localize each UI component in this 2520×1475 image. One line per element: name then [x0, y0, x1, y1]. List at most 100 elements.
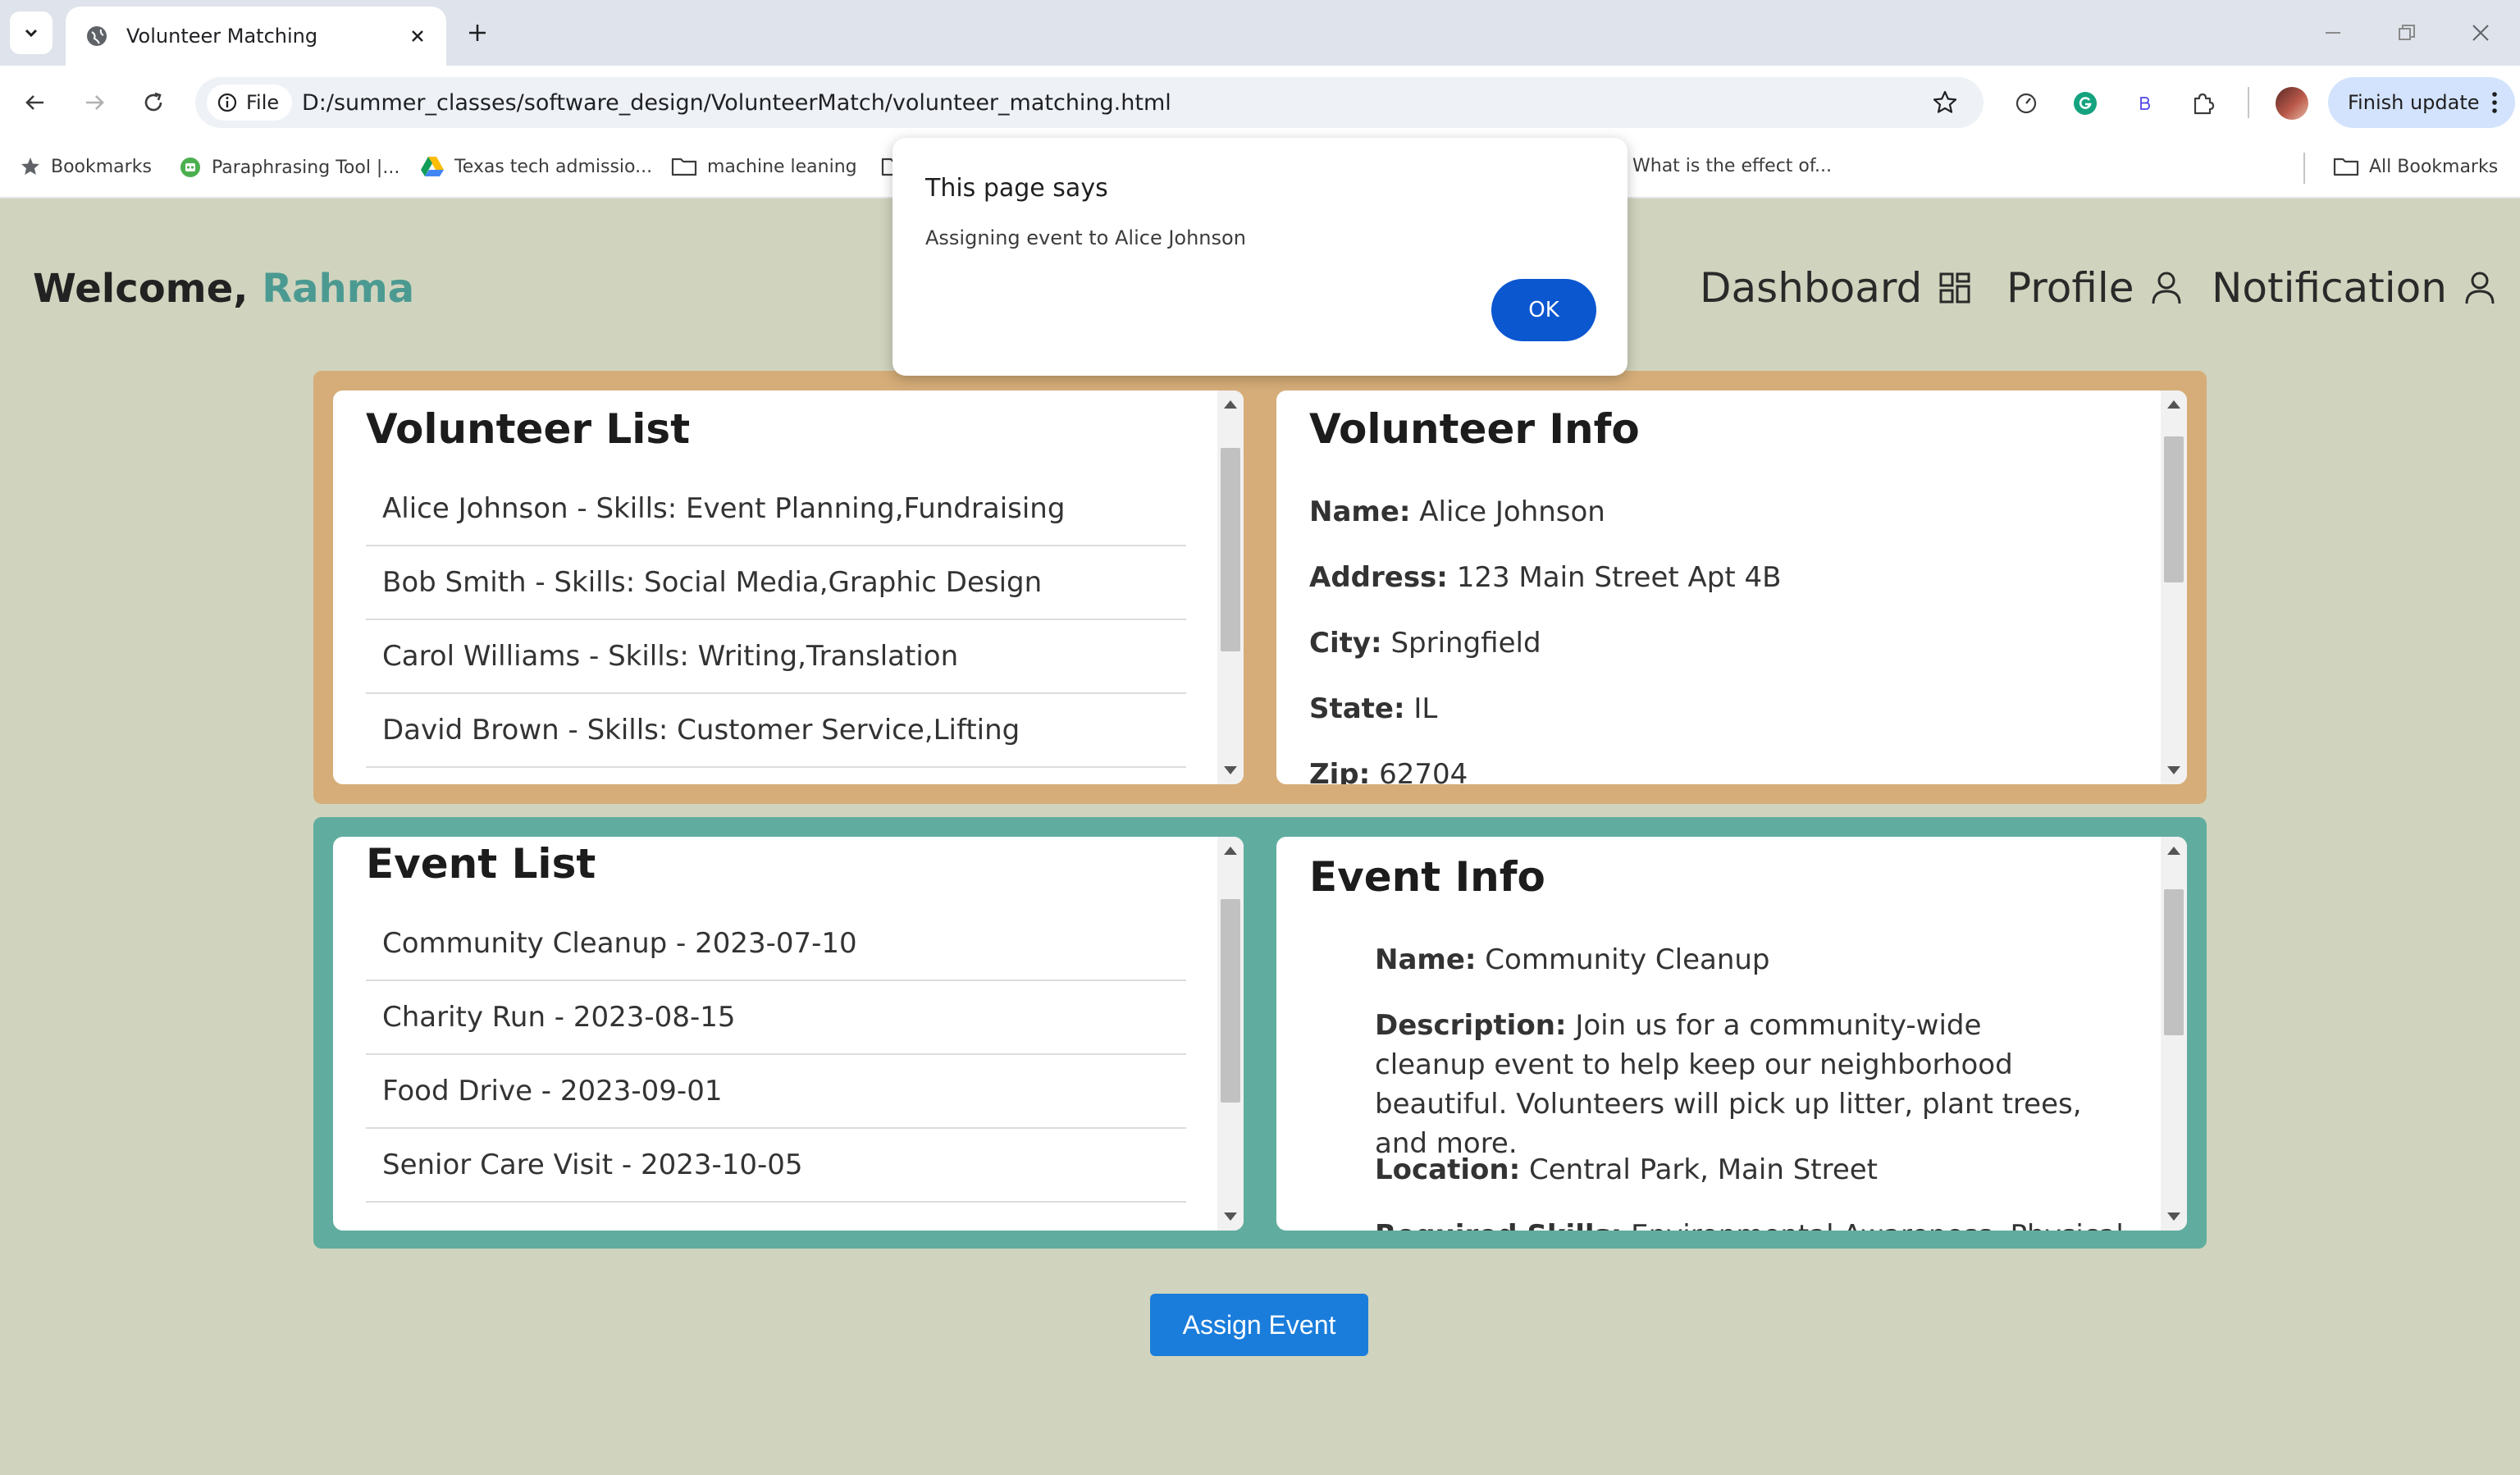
- volunteer-city-row: City: Springfield: [1309, 627, 1541, 660]
- welcome-heading: Welcome, Rahma: [33, 266, 414, 312]
- close-tab-icon[interactable]: [405, 24, 430, 48]
- event-skills-row: Required Skills: Environmental Awareness…: [1375, 1216, 2124, 1231]
- volunteer-info-panel: Volunteer Info Name: Alice Johnson Addre…: [1276, 390, 2187, 784]
- event-location-row: Location: Central Park, Main Street: [1375, 1153, 1878, 1186]
- user-name: Rahma: [262, 266, 415, 312]
- restore-window-button[interactable]: [2389, 15, 2425, 51]
- nav-notification[interactable]: Notification: [2212, 264, 2496, 312]
- bookmark-folder-machine-leaning[interactable]: machine leaning: [671, 156, 857, 177]
- scroll-up-arrow-icon[interactable]: [2167, 847, 2180, 855]
- bookmark-label: Paraphrasing Tool |...: [212, 157, 400, 178]
- event-list-panel[interactable]: Event List Community Cleanup - 2023-07-1…: [333, 837, 1244, 1231]
- bookmark-label: Texas tech admissio...: [454, 156, 653, 177]
- all-bookmarks-label: All Bookmarks: [2369, 156, 2499, 177]
- reload-button[interactable]: [135, 84, 172, 121]
- minimize-icon: [2326, 32, 2340, 34]
- browser-toolbar: File D:/summer_classes/software_design/V…: [0, 66, 2520, 139]
- file-chip-label: File: [246, 91, 280, 114]
- event-list-item[interactable]: Community Cleanup - 2023-07-10: [366, 907, 1186, 981]
- volunteer-list-item[interactable]: Carol Williams - Skills: Writing,Transla…: [366, 620, 1186, 694]
- all-bookmarks-button[interactable]: All Bookmarks: [2333, 156, 2498, 177]
- chevron-down-icon: [25, 29, 38, 38]
- forward-button[interactable]: [75, 84, 113, 121]
- b-extension-button[interactable]: [2126, 85, 2162, 121]
- scroll-thumb[interactable]: [1221, 899, 1240, 1103]
- volunteer-list-panel[interactable]: Volunteer List Alice Johnson - Skills: E…: [333, 390, 1244, 784]
- globe-icon: [84, 23, 110, 49]
- event-list-item[interactable]: Senior Care Visit - 2023-10-05: [366, 1129, 1186, 1203]
- scroll-thumb[interactable]: [2164, 889, 2184, 1035]
- speedometer-icon: [2016, 93, 2037, 114]
- browser-tab[interactable]: Volunteer Matching: [66, 7, 446, 66]
- volunteer-info-scrollbar[interactable]: [2161, 390, 2187, 784]
- event-list-title: Event List: [366, 840, 596, 888]
- scroll-up-arrow-icon[interactable]: [1224, 400, 1237, 409]
- more-vert-icon: [2492, 92, 2497, 113]
- volunteer-list-scrollbar[interactable]: [1217, 390, 1244, 784]
- volunteer-name-row: Name: Alice Johnson: [1309, 495, 1605, 528]
- bookmark-item-effect-of[interactable]: What is the effect of...: [1632, 156, 1832, 176]
- site-info-chip[interactable]: File: [207, 84, 293, 121]
- arrow-left-icon: [25, 95, 43, 110]
- bookmark-item-texas-tech[interactable]: Texas tech admissio...: [420, 156, 652, 177]
- nav-dashboard-label: Dashboard: [1700, 264, 1923, 312]
- minimize-window-button[interactable]: [2315, 15, 2351, 51]
- scroll-up-arrow-icon[interactable]: [2167, 400, 2180, 409]
- scroll-down-arrow-icon[interactable]: [1224, 1212, 1237, 1221]
- scroll-thumb[interactable]: [1221, 448, 1240, 651]
- info-icon: [217, 93, 237, 112]
- event-list-scrollbar[interactable]: [1217, 837, 1244, 1231]
- volunteer-list-item[interactable]: Alice Johnson - Skills: Event Planning,F…: [366, 473, 1186, 546]
- google-drive-icon: [421, 157, 444, 176]
- back-button[interactable]: [16, 84, 54, 121]
- bookmark-item-bookmarks[interactable]: Bookmarks: [20, 156, 152, 177]
- extensions-button[interactable]: [2185, 85, 2221, 121]
- finish-update-button[interactable]: Finish update: [2328, 77, 2515, 128]
- plus-icon: [469, 25, 486, 41]
- nav-profile-label: Profile: [2006, 264, 2134, 312]
- grammarly-extension-button[interactable]: [2067, 85, 2103, 121]
- event-list-item[interactable]: Food Drive - 2023-09-01: [366, 1055, 1186, 1129]
- scroll-up-arrow-icon[interactable]: [1224, 847, 1237, 855]
- event-section: Event List Community Cleanup - 2023-07-1…: [313, 817, 2207, 1249]
- nav-notification-label: Notification: [2212, 264, 2447, 312]
- reload-icon: [144, 92, 162, 112]
- quillbot-icon: [180, 158, 200, 177]
- event-list-item[interactable]: Charity Run - 2023-08-15: [366, 981, 1186, 1055]
- event-info-scrollbar[interactable]: [2161, 837, 2187, 1231]
- scroll-down-arrow-icon[interactable]: [1224, 766, 1237, 774]
- volunteer-list-item[interactable]: David Brown - Skills: Customer Service,L…: [366, 694, 1186, 768]
- alert-title: This page says: [925, 174, 1108, 203]
- nav-dashboard[interactable]: Dashboard: [1700, 264, 1971, 312]
- nav-profile[interactable]: Profile: [2006, 264, 2183, 312]
- folder-icon: [2333, 158, 2359, 176]
- puzzle-piece-icon: [2194, 93, 2215, 115]
- performance-button[interactable]: [2008, 85, 2044, 121]
- volunteer-address-row: Address: 123 Main Street Apt 4B: [1309, 561, 1782, 594]
- new-tab-button[interactable]: [461, 16, 494, 49]
- volunteer-zip-row: Zip: 62704: [1309, 758, 1468, 784]
- assign-event-button[interactable]: Assign Event: [1150, 1294, 1368, 1356]
- welcome-text: Welcome,: [33, 266, 249, 312]
- alert-ok-button[interactable]: OK: [1491, 279, 1596, 341]
- tab-search-button[interactable]: [10, 11, 52, 54]
- bookmarks-divider: [2303, 153, 2305, 184]
- tab-title: Volunteer Matching: [126, 25, 318, 48]
- scroll-down-arrow-icon[interactable]: [2167, 1212, 2180, 1221]
- bookmark-item-paraphrasing[interactable]: Paraphrasing Tool |...: [179, 156, 399, 179]
- alert-message: Assigning event to Alice Johnson: [925, 226, 1246, 249]
- profile-avatar[interactable]: [2276, 87, 2308, 120]
- volunteer-info-title: Volunteer Info: [1309, 405, 1640, 453]
- volunteer-list-item[interactable]: Bob Smith - Skills: Social Media,Graphic…: [366, 546, 1186, 620]
- address-bar[interactable]: File D:/summer_classes/software_design/V…: [195, 77, 1984, 128]
- alert-dialog: This page says Assigning event to Alice …: [892, 138, 1628, 376]
- volunteer-list: Alice Johnson - Skills: Event Planning,F…: [366, 473, 1186, 768]
- volunteer-section: Volunteer List Alice Johnson - Skills: E…: [313, 371, 2207, 804]
- scroll-down-arrow-icon[interactable]: [2167, 766, 2180, 774]
- dashboard-grid-icon: [1939, 272, 1970, 304]
- close-icon: [2472, 25, 2489, 41]
- close-window-button[interactable]: [2463, 15, 2499, 51]
- bookmark-star-button[interactable]: [1929, 87, 1961, 118]
- scroll-thumb[interactable]: [2164, 436, 2184, 582]
- url-text[interactable]: D:/summer_classes/software_design/Volunt…: [302, 90, 1171, 116]
